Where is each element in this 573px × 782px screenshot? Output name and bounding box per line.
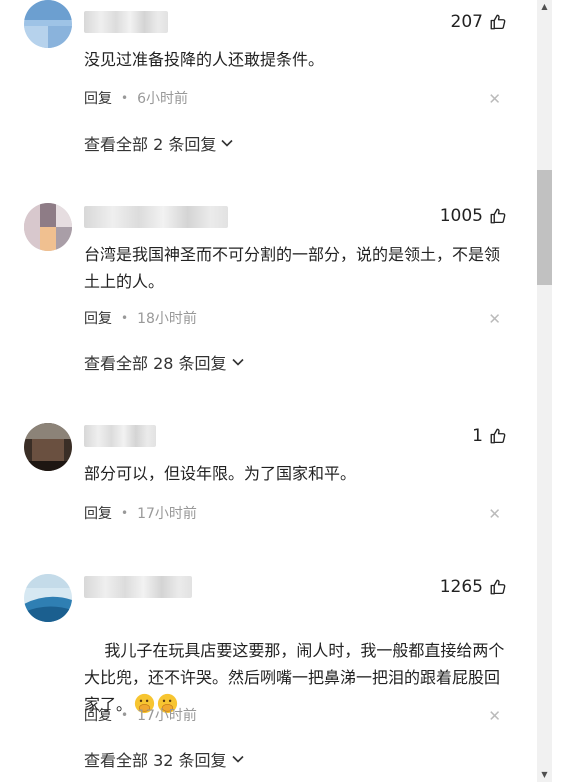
timestamp: 6小时前 — [137, 91, 188, 107]
username[interactable] — [84, 11, 168, 33]
comment-text: 台湾是我国神圣而不可分割的一部分，说的是领土，不是领土上的人。 — [84, 245, 501, 291]
avatar[interactable] — [24, 203, 72, 251]
like-count: 1265 — [439, 577, 483, 597]
like-count: 1005 — [439, 206, 483, 226]
chevron-down-icon — [231, 755, 244, 763]
comment-meta: 回复 • 18小时前 — [84, 308, 197, 328]
view-replies-link[interactable]: 查看全部 2 条回复 — [84, 131, 234, 155]
separator-dot: • — [121, 91, 129, 105]
separator-dot: • — [121, 311, 129, 325]
close-icon[interactable]: ✕ — [488, 312, 501, 327]
reply-button[interactable]: 回复 — [84, 308, 112, 328]
reply-button[interactable]: 回复 — [84, 88, 112, 108]
chevron-down-icon — [231, 358, 244, 366]
username[interactable] — [84, 576, 192, 598]
close-icon[interactable]: ✕ — [488, 507, 501, 522]
scroll-up-arrow-icon[interactable]: ▲ — [537, 0, 552, 14]
comment-meta: 回复 • 17小时前 — [84, 705, 197, 725]
view-replies-label: 查看全部 32 条回复 — [84, 751, 227, 770]
separator-dot: • — [121, 708, 129, 722]
scrollbar-track[interactable] — [537, 0, 552, 782]
separator-dot: • — [121, 506, 129, 520]
like-count: 1 — [472, 426, 483, 446]
timestamp: 18小时前 — [137, 311, 197, 327]
like-button[interactable]: 1 — [472, 426, 507, 446]
username[interactable] — [84, 206, 228, 228]
like-button[interactable]: 1265 — [440, 577, 507, 597]
avatar[interactable] — [24, 423, 72, 471]
chevron-down-icon — [221, 139, 233, 147]
comment-text: 部分可以，但设年限。为了国家和平。 — [84, 464, 357, 483]
view-replies-label: 查看全部 28 条回复 — [84, 354, 227, 373]
comment-meta: 回复 • 17小时前 — [84, 503, 197, 523]
username[interactable] — [84, 425, 156, 447]
thumbs-up-icon — [490, 208, 506, 224]
reply-button[interactable]: 回复 — [84, 503, 112, 523]
reply-button[interactable]: 回复 — [84, 705, 112, 725]
comment-item: 1 部分可以，但设年限。为了国家和平。 回复 • 17小时前 ✕ — [0, 423, 537, 563]
comment-item: 207 没见过准备投降的人还敢提条件。 回复 • 6小时前 ✕ 查看全部 2 条… — [0, 0, 537, 180]
comment-meta: 回复 • 6小时前 — [84, 88, 188, 108]
thumbs-up-icon — [490, 428, 506, 444]
timestamp: 17小时前 — [137, 708, 197, 724]
thumbs-up-icon — [490, 579, 506, 595]
view-replies-link[interactable]: 查看全部 28 条回复 — [84, 350, 245, 374]
comment-item: 1005 台湾是我国神圣而不可分割的一部分，说的是领土，不是领土上的人。 回复 … — [0, 203, 537, 403]
close-icon[interactable]: ✕ — [488, 92, 501, 107]
thumbs-up-icon — [490, 14, 506, 30]
comment-item: 1265 我儿子在玩具店要这要那，闹人时，我一般都直接给两个大比兜，还不许哭。然… — [0, 574, 537, 774]
avatar[interactable] — [24, 574, 72, 622]
close-icon[interactable]: ✕ — [488, 709, 501, 724]
scrollbar-thumb[interactable] — [537, 170, 552, 285]
like-button[interactable]: 207 — [451, 12, 507, 32]
view-replies-label: 查看全部 2 条回复 — [84, 135, 217, 154]
like-button[interactable]: 1005 — [440, 206, 507, 226]
like-count: 207 — [450, 12, 483, 32]
view-replies-link[interactable]: 查看全部 32 条回复 — [84, 747, 245, 771]
timestamp: 17小时前 — [137, 506, 197, 522]
avatar[interactable] — [24, 0, 72, 48]
comment-text: 没见过准备投降的人还敢提条件。 — [84, 50, 325, 69]
scroll-down-arrow-icon[interactable]: ▼ — [537, 768, 552, 782]
